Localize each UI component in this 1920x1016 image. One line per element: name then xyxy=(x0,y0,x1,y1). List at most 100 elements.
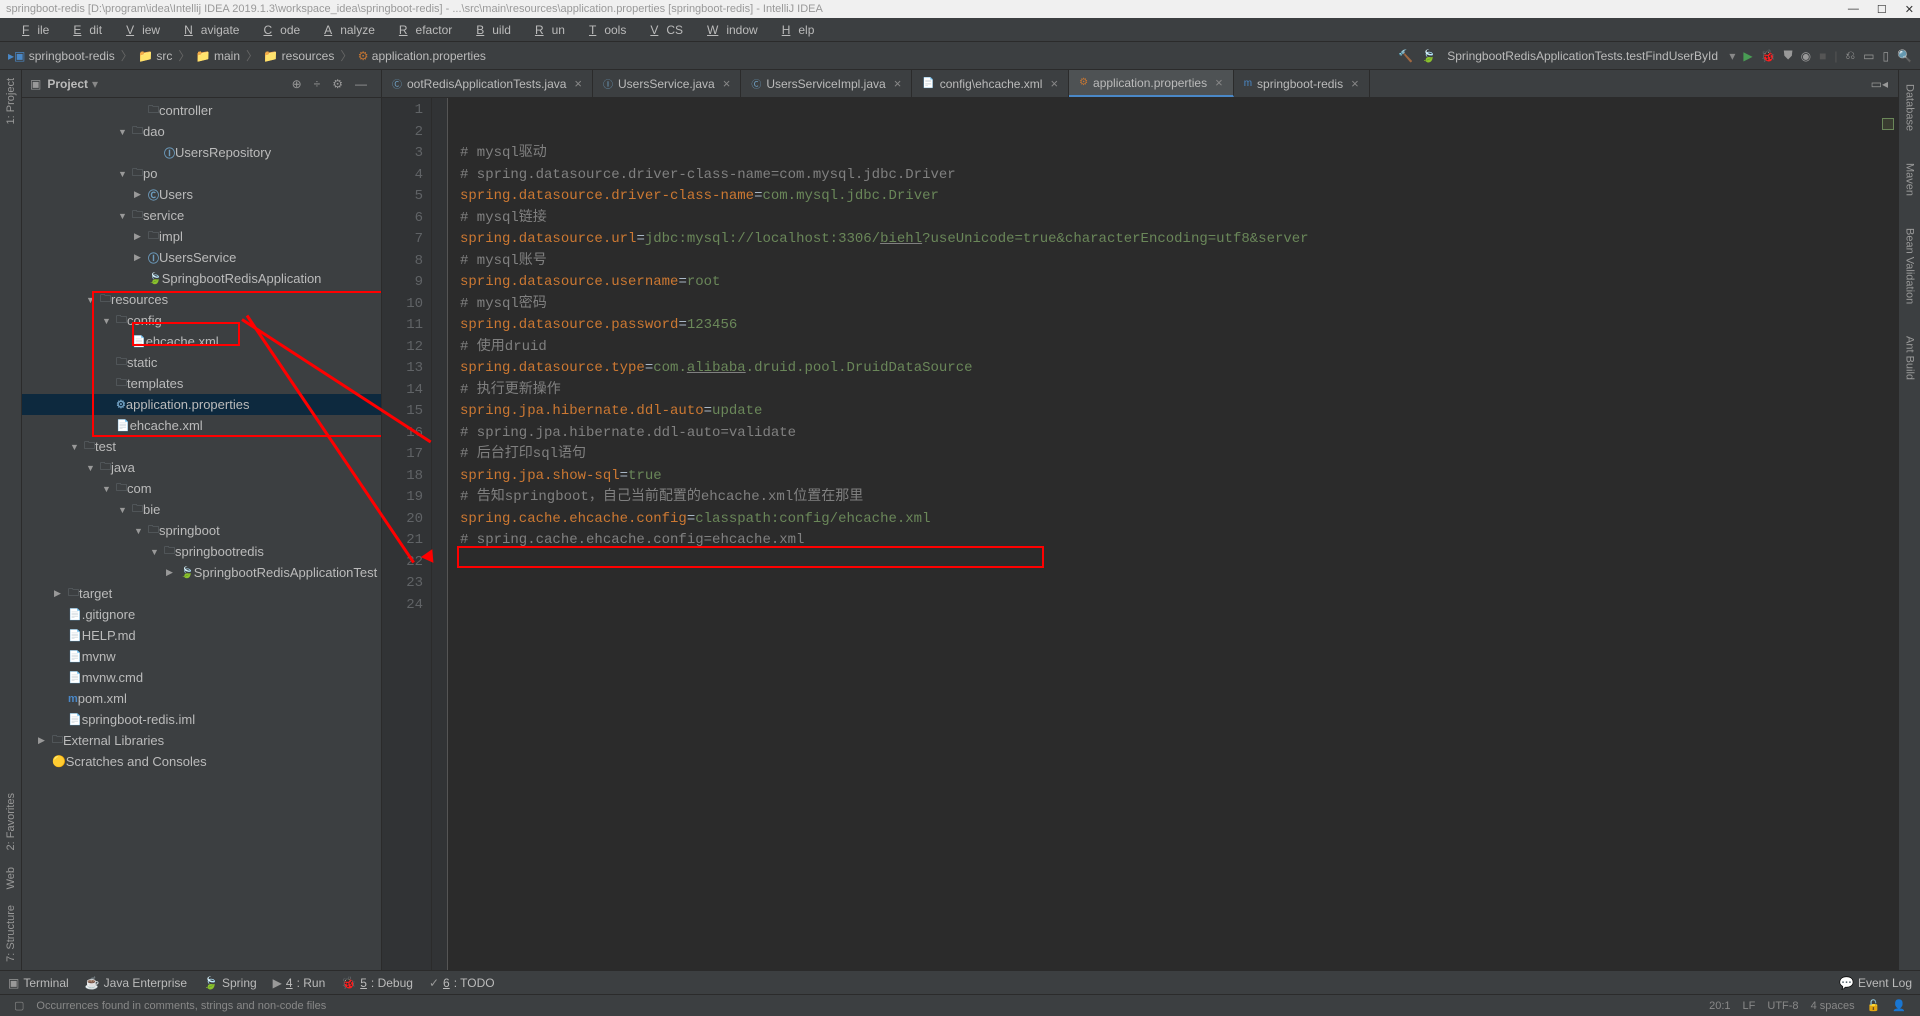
breadcrumb-item[interactable]: 〉 📁 src xyxy=(119,47,173,64)
tree-item[interactable]: ▼🗀 java xyxy=(22,457,381,478)
tree-item[interactable]: 🟡 Scratches and Consoles xyxy=(22,751,381,772)
tree-item[interactable]: ▼🗀 test xyxy=(22,436,381,457)
menu-file[interactable]: File xyxy=(6,23,57,37)
tree-item[interactable]: 📄 HELP.md xyxy=(22,625,381,646)
tree-item[interactable]: 🗀 static xyxy=(22,352,381,373)
code-line[interactable]: spring.cache.ehcache.config=classpath:co… xyxy=(460,509,1898,531)
close-tab-icon[interactable]: × xyxy=(723,76,731,91)
breadcrumb-item[interactable]: 〉 📁 main xyxy=(176,47,240,64)
menu-run[interactable]: Run xyxy=(519,23,573,37)
status-toggle-icon[interactable]: ▢ xyxy=(14,999,24,1012)
bottom-tool-button[interactable]: ☕ Java Enterprise xyxy=(85,976,187,990)
close-tab-icon[interactable]: × xyxy=(574,76,582,91)
tabs-collapse-icon[interactable]: ▭◂ xyxy=(1871,77,1888,91)
code-line[interactable]: # spring.datasource.driver-class-name=co… xyxy=(460,165,1898,187)
menu-refactor[interactable]: Refactor xyxy=(383,23,460,37)
editor-tab[interactable]: 📄config\ehcache.xml× xyxy=(912,70,1069,97)
menu-view[interactable]: View xyxy=(110,23,168,37)
code-line[interactable]: spring.datasource.url=jdbc:mysql://local… xyxy=(460,229,1898,251)
hector-icon[interactable]: 👤 xyxy=(1892,999,1906,1012)
bottom-tool-button[interactable]: 🐞 5: Debug xyxy=(341,976,413,990)
tree-item[interactable]: ▶🍃 SpringbootRedisApplicationTest xyxy=(22,562,381,583)
close-tab-icon[interactable]: × xyxy=(1351,76,1359,91)
tree-item[interactable]: m pom.xml xyxy=(22,688,381,709)
tree-item[interactable]: ▶🗀 impl xyxy=(22,226,381,247)
locate-icon[interactable]: ⊕ xyxy=(292,77,302,91)
tool-window-button[interactable]: Maven xyxy=(1904,157,1916,202)
tool-window-button[interactable]: 2: Favorites xyxy=(5,785,17,858)
search-icon[interactable]: 🔍 xyxy=(1897,49,1912,63)
run-icon[interactable]: ▶ xyxy=(1743,49,1752,63)
run-config-dropdown[interactable]: 🍃 SpringbootRedisApplicationTests.testFi… xyxy=(1421,49,1735,63)
code-line[interactable]: # mysql驱动 xyxy=(460,143,1898,165)
menu-vcs[interactable]: VCS xyxy=(634,23,691,37)
editor-tab[interactable]: ⚙application.properties× xyxy=(1069,70,1234,97)
code-line[interactable]: # 告知springboot，自己当前配置的ehcache.xml位置在那里 xyxy=(460,487,1898,509)
code-line[interactable]: # mysql账号 xyxy=(460,251,1898,273)
code-line[interactable]: spring.jpa.show-sql=true xyxy=(460,466,1898,488)
tree-item[interactable]: ▼🗀 springbootredis xyxy=(22,541,381,562)
tree-item[interactable]: ▼🗀 dao xyxy=(22,121,381,142)
code-line[interactable]: spring.datasource.username=root xyxy=(460,272,1898,294)
code-line[interactable]: # mysql密码 xyxy=(460,294,1898,316)
maximize-button[interactable]: ☐ xyxy=(1877,3,1887,16)
tool-window-button[interactable]: 7: Structure xyxy=(5,897,17,970)
breadcrumb[interactable]: ▸▣ springboot-redis〉 📁 src〉 📁 main〉 📁 re… xyxy=(8,47,486,64)
code-line[interactable]: spring.datasource.password=123456 xyxy=(460,315,1898,337)
event-log-button[interactable]: 💬 Event Log xyxy=(1839,976,1912,990)
code-area[interactable]: # mysql驱动# spring.datasource.driver-clas… xyxy=(448,98,1898,970)
menu-edit[interactable]: Edit xyxy=(57,23,110,37)
tree-item[interactable]: ▼🗀 com xyxy=(22,478,381,499)
layout-icon[interactable]: ▭ xyxy=(1863,49,1874,63)
tree-item[interactable]: 📄 ehcache.xml xyxy=(22,331,381,352)
breadcrumb-item[interactable]: 〉 ⚙ application.properties xyxy=(338,47,486,64)
code-line[interactable]: # 后台打印sql语句 xyxy=(460,444,1898,466)
tree-item[interactable]: 🗀 controller xyxy=(22,100,381,121)
code-line[interactable]: spring.datasource.type=com.alibaba.druid… xyxy=(460,358,1898,380)
close-tab-icon[interactable]: × xyxy=(894,76,902,91)
tree-item[interactable]: ▼🗀 springboot xyxy=(22,520,381,541)
close-button[interactable]: ✕ xyxy=(1905,3,1914,16)
collapse-icon[interactable]: ÷ xyxy=(314,77,321,91)
tree-item[interactable]: 🍃 SpringbootRedisApplication xyxy=(22,268,381,289)
editor-tab[interactable]: ⒾUsersService.java× xyxy=(593,70,741,97)
debug-icon[interactable]: 🐞 xyxy=(1761,49,1776,63)
hide-icon[interactable]: — xyxy=(355,77,367,91)
project-tree[interactable]: 🗀 controller▼🗀 daoⒾ UsersRepository▼🗀 po… xyxy=(22,98,381,970)
code-line[interactable]: # mysql链接 xyxy=(460,208,1898,230)
bottom-tool-button[interactable]: ▣ Terminal xyxy=(8,976,69,990)
tree-item[interactable]: 🗀 templates xyxy=(22,373,381,394)
settings-icon[interactable]: ⚙ xyxy=(332,77,343,91)
tree-item[interactable]: ⚙ application.properties xyxy=(22,394,381,415)
tool-window-button[interactable]: Bean Validation xyxy=(1904,222,1916,310)
stop-icon[interactable]: ■ xyxy=(1819,49,1826,63)
tree-item[interactable]: ▼🗀 po xyxy=(22,163,381,184)
code-line[interactable]: # 执行更新操作 xyxy=(460,380,1898,402)
tree-item[interactable]: 📄 springboot-redis.iml xyxy=(22,709,381,730)
project-view-dropdown[interactable]: ▾ xyxy=(92,77,98,91)
minimize-button[interactable]: — xyxy=(1848,3,1859,16)
code-line[interactable]: spring.datasource.driver-class-name=com.… xyxy=(460,186,1898,208)
tree-item[interactable]: ▶Ⓘ UsersService xyxy=(22,247,381,268)
editor[interactable]: 123456789101112131415161718192021222324 … xyxy=(382,98,1898,970)
layout2-icon[interactable]: ▯ xyxy=(1882,49,1889,63)
tree-item[interactable]: Ⓘ UsersRepository xyxy=(22,142,381,163)
bottom-tool-button[interactable]: ▶ 4: Run xyxy=(273,976,326,990)
tool-window-button[interactable]: Database xyxy=(1904,78,1916,137)
tool-window-button[interactable]: 1: Project xyxy=(5,70,17,132)
breadcrumb-item[interactable]: ▸▣ springboot-redis xyxy=(8,49,115,63)
cursor-position[interactable]: 20:1 xyxy=(1709,1000,1730,1012)
bottom-tool-button[interactable]: 🍃 Spring xyxy=(203,976,257,990)
tool-window-button[interactable]: Web xyxy=(5,859,17,897)
lock-icon[interactable]: 🔓 xyxy=(1867,999,1881,1012)
close-tab-icon[interactable]: × xyxy=(1050,76,1058,91)
menu-analyze[interactable]: Analyze xyxy=(308,23,383,37)
indent-info[interactable]: 4 spaces xyxy=(1811,1000,1855,1012)
editor-tab[interactable]: ⒸootRedisApplicationTests.java× xyxy=(382,70,593,97)
build-icon[interactable]: 🔨 xyxy=(1398,49,1413,63)
code-line[interactable]: # spring.cache.ehcache.config=ehcache.xm… xyxy=(460,530,1898,552)
tree-item[interactable]: 📄 mvnw xyxy=(22,646,381,667)
menu-tools[interactable]: Tools xyxy=(573,23,634,37)
bottom-tool-button[interactable]: ✓ 6: TODO xyxy=(429,976,495,990)
menu-window[interactable]: Window xyxy=(691,23,766,37)
